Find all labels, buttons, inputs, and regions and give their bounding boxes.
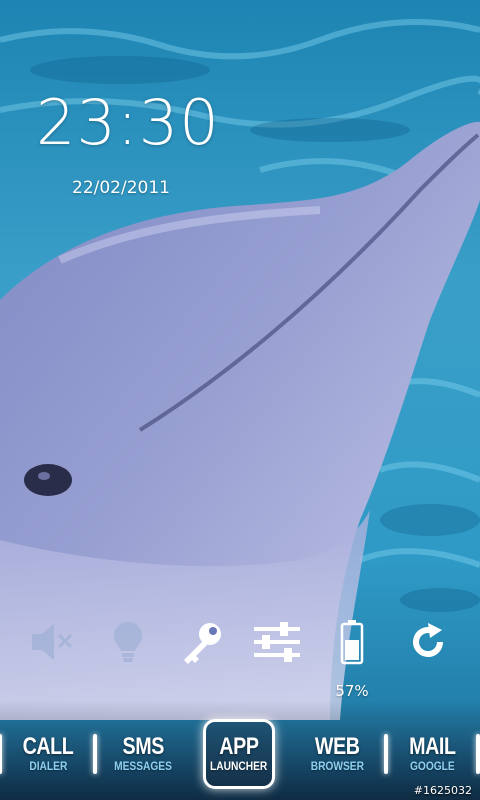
- dock-web-browser[interactable]: WEB BROWSER: [292, 718, 382, 790]
- dock-sms-messages[interactable]: SMS MESSAGES: [98, 718, 188, 790]
- clock-date[interactable]: 22/02/2011: [72, 178, 170, 198]
- dock: CALL DIALER SMS MESSAGES APP LAUNCHER WE…: [0, 718, 480, 790]
- dock-item-sublabel: GOOGLE: [409, 759, 455, 773]
- flashlight-icon: [114, 622, 142, 662]
- battery-percent-label: 57%: [335, 682, 369, 700]
- dock-item-label: MAIL: [408, 733, 456, 760]
- dock-divider: [0, 734, 2, 774]
- refresh-toggle[interactable]: [398, 612, 458, 672]
- dock-item-sublabel: LAUNCHER: [210, 759, 268, 773]
- battery-icon: [340, 620, 364, 665]
- settings-sliders-toggle[interactable]: [247, 612, 307, 672]
- settings-sliders-icon: [254, 622, 300, 662]
- key-icon: [184, 623, 221, 664]
- dock-item-sublabel: MESSAGES: [114, 759, 172, 773]
- dock-item-sublabel: DIALER: [29, 759, 67, 773]
- dock-item-label: CALL: [22, 733, 74, 760]
- dock-item-sublabel: BROWSER: [310, 759, 364, 773]
- volume-mute-icon: [32, 624, 72, 660]
- dock-item-label: WEB: [314, 733, 360, 760]
- quick-toggles-bar: [0, 612, 480, 672]
- volume-mute-toggle[interactable]: [22, 612, 82, 672]
- refresh-icon: [413, 623, 443, 657]
- battery-toggle[interactable]: [322, 612, 382, 672]
- dock-item-label: SMS: [122, 733, 164, 760]
- clock-time[interactable]: 23:30: [36, 86, 219, 159]
- dock-call-dialer[interactable]: CALL DIALER: [3, 718, 93, 790]
- dock-divider: [93, 734, 97, 774]
- dock-app-launcher[interactable]: APP LAUNCHER: [203, 719, 275, 789]
- image-id-watermark: #1625032: [413, 784, 472, 797]
- key-toggle[interactable]: [172, 612, 232, 672]
- flashlight-toggle[interactable]: [98, 612, 158, 672]
- dock-mail-google[interactable]: MAIL GOOGLE: [387, 718, 477, 790]
- dock-divider: [476, 734, 480, 774]
- dock-item-label: APP: [219, 733, 259, 760]
